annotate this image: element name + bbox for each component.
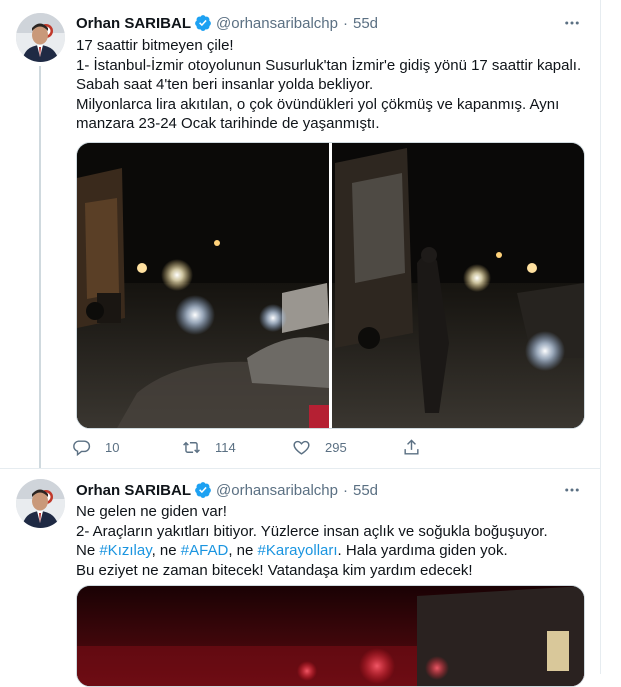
more-icon[interactable]: [560, 478, 584, 502]
tweet-time[interactable]: 55d: [353, 482, 378, 499]
text-segment: , ne: [151, 542, 181, 559]
photo-left[interactable]: [77, 143, 329, 428]
tweet[interactable]: Orhan SARIBAL @orhansaribalchp · 55d Ne …: [0, 469, 600, 687]
hashtag-link[interactable]: #Karayolları: [258, 542, 338, 559]
text-segment: . Hala yardıma giden yok.: [337, 542, 508, 559]
retweet-count: 114: [215, 439, 236, 455]
hashtag-link[interactable]: #AFAD: [181, 542, 229, 559]
reply-icon: [73, 439, 91, 456]
hashtag-link[interactable]: #Kızılay: [99, 542, 151, 559]
retweet-button[interactable]: 114: [182, 436, 292, 458]
tweet-line: Sabah saat 4'ten beri insanlar yolda bek…: [76, 76, 374, 93]
text-segment: Ne: [76, 542, 100, 559]
tweet-actions: 10 114 295: [72, 436, 512, 458]
author-handle[interactable]: @orhansaribalchp: [216, 482, 338, 499]
tweet-body: Orhan SARIBAL @orhansaribalchp · 55d 17 …: [76, 11, 584, 134]
tweet-line: Ne gelen ne giden var!: [76, 503, 227, 520]
author-handle[interactable]: @orhansaribalchp: [216, 15, 338, 32]
avatar[interactable]: [16, 479, 65, 528]
retweet-icon: [183, 441, 200, 453]
author-name[interactable]: Orhan SARIBAL: [76, 482, 191, 499]
tweet-line: 2- Araçların yakıtları bitiyor. Yüzlerce…: [76, 522, 548, 540]
share-button[interactable]: [402, 436, 512, 458]
tweet-line: 17 saattir bitmeyen çile!: [76, 37, 234, 54]
tweet-line: Milyonlarca lira akıtılan, o çok övündük…: [76, 95, 560, 113]
tweet-line: manzara 23-24 Ocak tarihinde de yaşanmış…: [76, 115, 380, 132]
verified-badge-icon: [195, 482, 211, 498]
more-icon[interactable]: [560, 11, 584, 35]
tweet-media[interactable]: [76, 142, 585, 429]
author-name[interactable]: Orhan SARIBAL: [76, 15, 191, 32]
share-icon: [404, 438, 419, 455]
tweet-header: Orhan SARIBAL @orhansaribalchp · 55d: [76, 478, 584, 502]
avatar[interactable]: [16, 13, 65, 62]
tweet-text: 17 saattir bitmeyen çile! 1- İstanbul-İzm…: [76, 36, 584, 134]
tweet-text: Ne gelen ne giden var! 2- Araçların yakıt…: [76, 502, 584, 580]
text-segment: , ne: [228, 542, 258, 559]
tweet-line: Bu eziyet ne zaman bitecek! Vatandaşa ki…: [76, 561, 473, 579]
separator-dot: ·: [342, 481, 348, 499]
tweet-line: 1- İstanbul-İzmir otoyolunun Susurluk'ta…: [76, 56, 582, 74]
tweet-header: Orhan SARIBAL @orhansaribalchp · 55d: [76, 11, 584, 35]
separator-dot: ·: [342, 14, 348, 32]
tweet-body: Orhan SARIBAL @orhansaribalchp · 55d Ne …: [76, 478, 584, 580]
tweet[interactable]: Orhan SARIBAL @orhansaribalchp · 55d 17 …: [0, 0, 600, 469]
like-count: 295: [325, 439, 347, 455]
reply-count: 10: [105, 439, 120, 455]
reply-button[interactable]: 10: [72, 436, 182, 458]
verified-badge-icon: [195, 15, 211, 31]
timeline: Orhan SARIBAL @orhansaribalchp · 55d 17 …: [0, 0, 601, 687]
tweet-media[interactable]: [76, 585, 585, 687]
like-button[interactable]: 295: [292, 436, 402, 458]
like-icon: [293, 440, 310, 455]
thread-line: [39, 66, 41, 468]
photo-right[interactable]: [332, 143, 584, 428]
tweet-time[interactable]: 55d: [353, 15, 378, 32]
